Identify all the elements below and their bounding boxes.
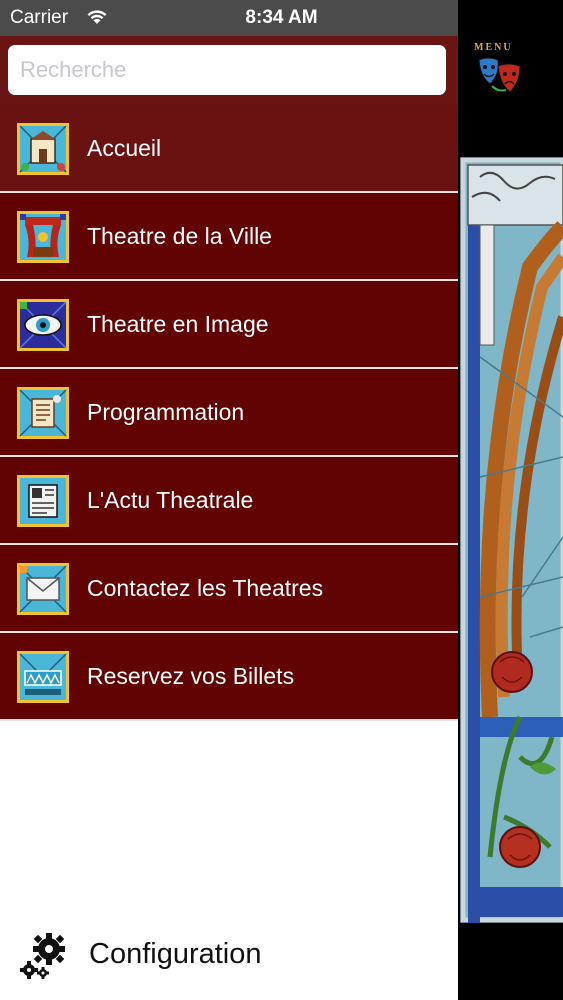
- menu-item-label: Accueil: [87, 135, 162, 161]
- menu-toggle-label: MENU: [474, 42, 513, 53]
- menu-item-accueil[interactable]: Accueil: [0, 105, 458, 193]
- menu-toggle-button[interactable]: MENU: [472, 42, 532, 102]
- scroll-icon: [17, 387, 69, 439]
- menu-item-programmation[interactable]: Programmation: [0, 369, 458, 457]
- menu-item-label: Programmation: [87, 399, 245, 425]
- side-menu-drawer: Accueil Theat: [0, 36, 458, 1000]
- search-input[interactable]: [8, 45, 446, 95]
- configuration-label: Configuration: [89, 938, 262, 970]
- newspaper-icon: [17, 475, 69, 527]
- stage-curtain-icon: [17, 211, 69, 263]
- menu-item-actu-theatrale[interactable]: L'Actu Theatrale: [0, 457, 458, 545]
- menu-list: Accueil Theatre de la Ville Theatre en I…: [0, 105, 458, 721]
- status-bar: Carrier 8:34 AM: [0, 0, 458, 36]
- menu-item-label: Contactez les Theatres: [87, 575, 324, 601]
- stained-glass-window: [460, 157, 563, 925]
- app-screen: Carrier 8:34 AM Recherche Accueil Theatr…: [0, 0, 563, 1000]
- menu-item-theatre-de-la-ville[interactable]: Theatre de la Ville: [0, 193, 458, 281]
- main-content-peek: MENU: [458, 0, 563, 1000]
- menu-item-label: L'Actu Theatrale: [87, 487, 254, 513]
- eye-icon: [17, 299, 69, 351]
- menu-item-contactez-les-theatres[interactable]: Contactez les Theatres: [0, 545, 458, 633]
- menu-item-reservez-vos-billets[interactable]: Reservez vos Billets: [0, 633, 458, 721]
- menu-item-label: Theatre de la Ville: [87, 223, 272, 249]
- tickets-icon: [17, 651, 69, 703]
- menu-item-theatre-en-image[interactable]: Theatre en Image: [0, 281, 458, 369]
- menu-item-label: Reservez vos Billets: [87, 663, 295, 689]
- configuration-button[interactable]: Configuration: [0, 926, 458, 1000]
- home-stained-glass-icon: [17, 123, 69, 175]
- menu-item-label: Theatre en Image: [87, 311, 269, 337]
- envelope-icon: [17, 563, 69, 615]
- gears-icon: [18, 930, 70, 982]
- theatre-masks-icon: [476, 54, 524, 103]
- search-bar: [0, 36, 458, 105]
